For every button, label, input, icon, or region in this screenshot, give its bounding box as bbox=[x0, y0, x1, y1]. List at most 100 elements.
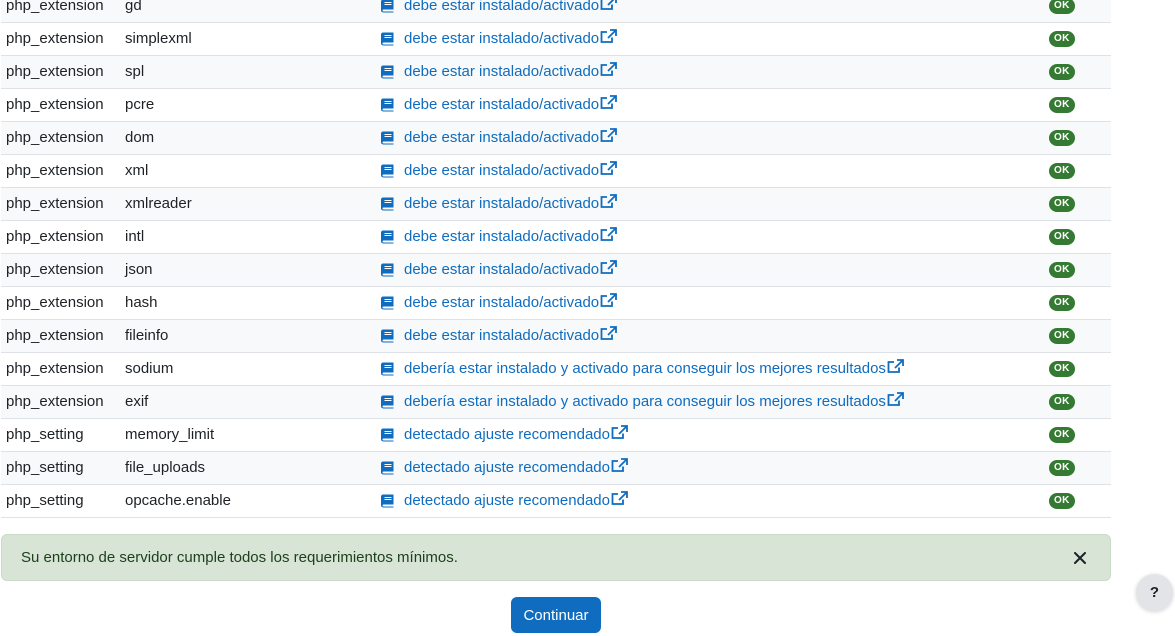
report-doc-link[interactable]: debe estar instalado/activado bbox=[380, 28, 618, 48]
status-badge: OK bbox=[1049, 460, 1075, 476]
book-icon bbox=[380, 197, 395, 211]
report-doc-link[interactable]: debe estar instalado/activado bbox=[380, 127, 618, 147]
environment-table: php_extension gd debe estar instalado/acti… bbox=[1, 0, 1111, 518]
status-cell: OK bbox=[1049, 361, 1109, 377]
status-cell: OK bbox=[1049, 493, 1109, 509]
alert-message: Su entorno de servidor cumple todos los … bbox=[21, 549, 458, 566]
report-text: debe estar instalado/activado bbox=[404, 327, 600, 344]
check-name-cell: xml bbox=[125, 162, 149, 179]
report-doc-link[interactable]: debe estar instalado/activado bbox=[380, 0, 618, 15]
status-cell: OK bbox=[1049, 97, 1109, 113]
report-text: debe estar instalado/activado bbox=[404, 195, 600, 212]
check-name-cell: exif bbox=[125, 393, 149, 410]
status-cell: OK bbox=[1049, 64, 1109, 80]
status-cell: OK bbox=[1049, 460, 1109, 476]
status-badge: OK bbox=[1049, 97, 1075, 113]
report-cell: debe estar instalado/activado bbox=[380, 127, 1049, 147]
external-link-icon bbox=[887, 391, 904, 407]
report-doc-link[interactable]: debe estar instalado/activado bbox=[380, 325, 618, 345]
book-icon bbox=[380, 164, 395, 178]
check-type-cell: php_extension bbox=[6, 261, 104, 278]
help-button[interactable]: ? bbox=[1136, 574, 1173, 611]
report-text: debería estar instalado y activado para … bbox=[404, 360, 886, 377]
report-doc-link[interactable]: debería estar instalado y activado para … bbox=[380, 358, 904, 378]
status-cell: OK bbox=[1049, 427, 1109, 443]
book-icon bbox=[380, 263, 395, 277]
external-link-icon bbox=[611, 424, 628, 440]
report-text: debe estar instalado/activado bbox=[404, 129, 600, 146]
book-icon bbox=[380, 362, 395, 376]
check-type-cell: php_setting bbox=[6, 492, 84, 509]
book-icon bbox=[380, 0, 395, 13]
table-row: php_setting file_uploads detectado ajuste … bbox=[1, 452, 1111, 485]
report-doc-link[interactable]: debe estar instalado/activado bbox=[380, 292, 618, 312]
report-doc-link[interactable]: debería estar instalado y activado para … bbox=[380, 391, 904, 411]
report-doc-link[interactable]: debe estar instalado/activado bbox=[380, 193, 618, 213]
table-row: php_extension simplexml debe estar instala… bbox=[1, 23, 1111, 56]
book-icon bbox=[380, 296, 395, 310]
status-cell: OK bbox=[1049, 229, 1109, 245]
report-doc-link[interactable]: debe estar instalado/activado bbox=[380, 226, 618, 246]
table-row: php_extension xml debe estar instalado/act… bbox=[1, 155, 1111, 188]
external-link-icon bbox=[600, 292, 618, 308]
report-cell: debe estar instalado/activado bbox=[380, 0, 1049, 15]
external-link-icon bbox=[600, 0, 618, 11]
report-cell: debería estar instalado y activado para … bbox=[380, 391, 1049, 411]
external-link-icon bbox=[600, 61, 618, 77]
check-type-cell: php_extension bbox=[6, 96, 104, 113]
report-doc-link[interactable]: debe estar instalado/activado bbox=[380, 61, 618, 81]
check-type-cell: php_extension bbox=[6, 393, 104, 410]
check-type-cell: php_extension bbox=[6, 129, 104, 146]
book-icon bbox=[380, 428, 395, 442]
report-text: detectado ajuste recomendado bbox=[404, 492, 610, 509]
report-cell: debe estar instalado/activado bbox=[380, 61, 1049, 81]
book-icon bbox=[380, 32, 395, 46]
report-doc-link[interactable]: detectado ajuste recomendado bbox=[380, 424, 628, 444]
report-doc-link[interactable]: detectado ajuste recomendado bbox=[380, 457, 628, 477]
check-name-cell: memory_limit bbox=[125, 426, 215, 443]
external-link-icon bbox=[600, 193, 618, 209]
status-badge: OK bbox=[1049, 229, 1075, 245]
external-link-icon bbox=[600, 28, 618, 44]
external-link-icon bbox=[600, 325, 618, 341]
status-badge: OK bbox=[1049, 31, 1075, 47]
status-cell: OK bbox=[1049, 196, 1109, 212]
check-type-cell: php_setting bbox=[6, 459, 84, 476]
check-type-cell: php_extension bbox=[6, 63, 104, 80]
book-icon bbox=[380, 230, 395, 244]
book-icon bbox=[380, 461, 395, 475]
report-cell: debe estar instalado/activado bbox=[380, 94, 1049, 114]
table-row: php_extension spl debe estar instalado/act… bbox=[1, 56, 1111, 89]
report-cell: detectado ajuste recomendado bbox=[380, 457, 1049, 477]
report-text: debería estar instalado y activado para … bbox=[404, 393, 886, 410]
book-icon bbox=[380, 329, 395, 343]
report-text: debe estar instalado/activado bbox=[404, 30, 600, 47]
external-link-icon bbox=[611, 457, 628, 473]
report-text: debe estar instalado/activado bbox=[404, 63, 600, 80]
check-name-cell: pcre bbox=[125, 96, 155, 113]
close-icon[interactable] bbox=[1070, 548, 1090, 568]
external-link-icon bbox=[887, 358, 904, 374]
status-badge: OK bbox=[1049, 427, 1075, 443]
report-doc-link[interactable]: detectado ajuste recomendado bbox=[380, 490, 628, 510]
table-row: php_setting opcache.enable detectado ajust… bbox=[1, 485, 1111, 518]
report-text: debe estar instalado/activado bbox=[404, 96, 600, 113]
check-type-cell: php_extension bbox=[6, 228, 104, 245]
check-type-cell: php_setting bbox=[6, 426, 84, 443]
report-doc-link[interactable]: debe estar instalado/activado bbox=[380, 160, 618, 180]
report-text: debe estar instalado/activado bbox=[404, 294, 600, 311]
report-cell: debe estar instalado/activado bbox=[380, 28, 1049, 48]
table-row: php_extension hash debe estar instalado/ac… bbox=[1, 287, 1111, 320]
report-doc-link[interactable]: debe estar instalado/activado bbox=[380, 94, 618, 114]
report-cell: debe estar instalado/activado bbox=[380, 259, 1049, 279]
table-row: php_extension xmlreader debe estar instala… bbox=[1, 188, 1111, 221]
check-name-cell: json bbox=[125, 261, 153, 278]
check-type-cell: php_extension bbox=[6, 327, 104, 344]
report-text: debe estar instalado/activado bbox=[404, 228, 600, 245]
check-name-cell: gd bbox=[125, 0, 142, 14]
report-doc-link[interactable]: debe estar instalado/activado bbox=[380, 259, 618, 279]
status-cell: OK bbox=[1049, 328, 1109, 344]
continue-button[interactable]: Continuar bbox=[511, 597, 601, 633]
check-name-cell: opcache.enable bbox=[125, 492, 231, 509]
check-name-cell: file_uploads bbox=[125, 459, 206, 476]
